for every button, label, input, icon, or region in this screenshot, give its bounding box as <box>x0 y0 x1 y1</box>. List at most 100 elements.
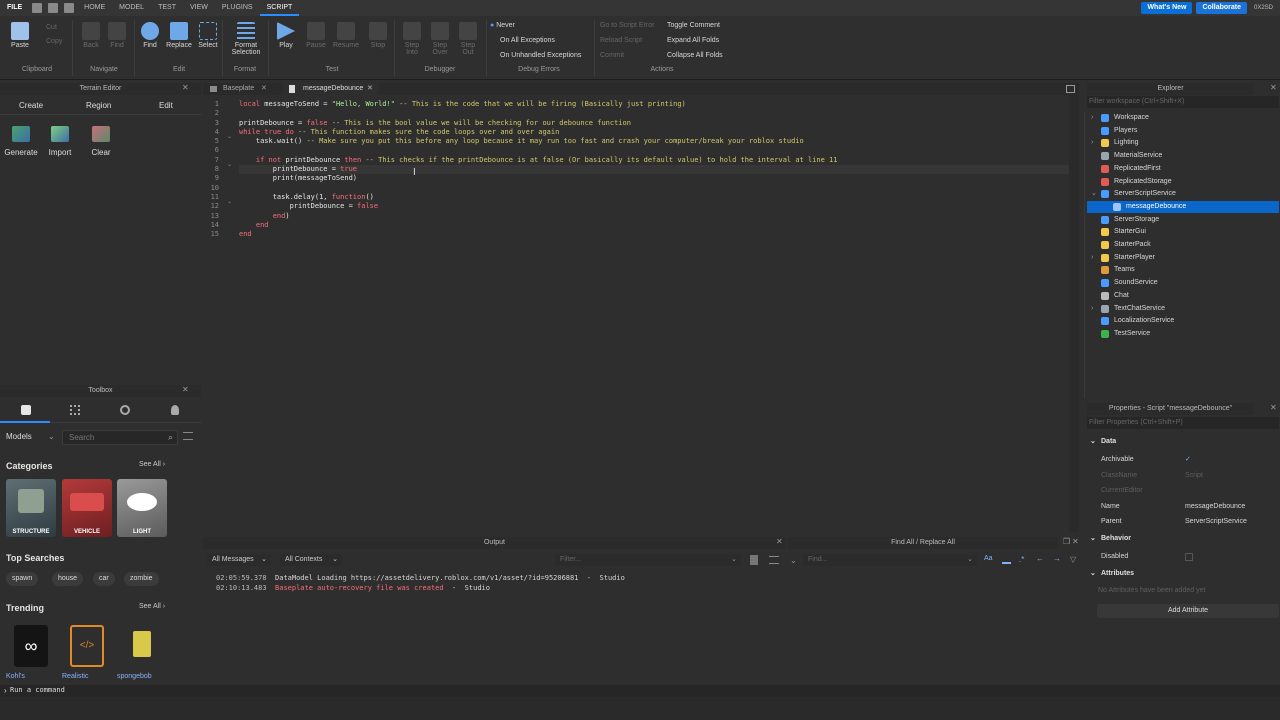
trash-icon[interactable] <box>750 555 758 565</box>
tab-home[interactable]: HOME <box>77 0 112 16</box>
explorer-item-workspace[interactable]: › Workspace <box>1087 112 1279 124</box>
close-icon[interactable]: ✕ <box>1072 537 1079 546</box>
property-archivable[interactable]: Archivable ✓ <box>1087 452 1279 467</box>
toggle-comment-button[interactable]: Toggle Comment <box>667 22 720 29</box>
top-search-chip[interactable]: zombie <box>124 572 159 586</box>
lightbulb-icon[interactable] <box>171 405 179 415</box>
data-section-header[interactable]: ⌄ Data <box>1087 434 1279 449</box>
tab-messagedebounce[interactable]: messageDebounce ✕ <box>283 83 379 95</box>
vertical-scrollbar[interactable] <box>1069 95 1079 532</box>
reload-script-button[interactable]: Reload Script <box>600 37 642 44</box>
chevron-down-icon[interactable]: ⌄ <box>1091 188 1097 200</box>
resume-button[interactable]: Resume <box>332 22 360 49</box>
restore-icon[interactable] <box>1066 85 1075 93</box>
collaborate-button[interactable]: Collaborate <box>1196 2 1247 14</box>
property-value[interactable]: messageDebounce <box>1185 499 1245 514</box>
select-button[interactable]: Select <box>196 22 220 49</box>
regex-icon[interactable]: .* <box>1019 555 1024 564</box>
explorer-item-serverstorage[interactable]: ServerStorage <box>1087 214 1279 226</box>
filter-icon[interactable] <box>183 432 193 440</box>
top-search-chip[interactable]: spawn <box>6 572 39 586</box>
step-into-button[interactable]: Step Into <box>400 22 424 56</box>
commit-button[interactable]: Commit <box>600 52 624 59</box>
terrain-tab-edit[interactable]: Edit <box>159 101 173 110</box>
close-icon[interactable]: ✕ <box>367 83 373 95</box>
restore-icon[interactable]: ❐ <box>1063 537 1070 546</box>
next-arrow-icon[interactable]: → <box>1053 554 1061 563</box>
tab-baseplate[interactable]: Baseplate ✕ <box>203 83 281 95</box>
category-structure[interactable]: STRUCTURE <box>6 479 56 537</box>
search-icon[interactable]: ⌕ <box>168 432 173 443</box>
contexts-filter-dropdown[interactable]: All Contexts ⌄ <box>280 554 342 566</box>
tab-script[interactable]: SCRIPT <box>259 0 300 16</box>
explorer-item-lighting[interactable]: › Lighting <box>1087 137 1279 149</box>
explorer-item-testservice[interactable]: TestService <box>1087 328 1279 340</box>
close-icon[interactable]: ✕ <box>182 83 189 92</box>
replace-button[interactable]: Replace <box>165 22 193 49</box>
find-button[interactable]: Find <box>139 22 161 49</box>
chevron-right-icon[interactable]: › <box>1091 137 1093 149</box>
close-icon[interactable]: ✕ <box>261 83 267 95</box>
match-case-icon[interactable]: Aa <box>984 555 993 562</box>
code-content[interactable]: local messageToSend = "Hello, World!" --… <box>239 100 837 239</box>
user-name[interactable]: 0X2SD <box>1247 0 1280 16</box>
inventory-hand-icon[interactable] <box>21 405 31 415</box>
play-button[interactable]: Play <box>274 22 298 49</box>
explorer-item-textchatservice[interactable]: › TextChatService <box>1087 303 1279 315</box>
clock-icon[interactable] <box>120 405 130 415</box>
expand-all-folds-button[interactable]: Expand All Folds <box>667 37 719 44</box>
explorer-filter-input[interactable]: Filter workspace (Ctrl+Shift+X) <box>1087 96 1279 108</box>
add-attribute-button[interactable]: Add Attribute <box>1097 604 1279 618</box>
stop-button[interactable]: Stop <box>366 22 390 49</box>
code-editor[interactable]: 1 2 3 4 5 6 7 8 9 10 11 12 13 14 15 ⌄ ⌄ … <box>203 95 1079 532</box>
menu-icon[interactable] <box>769 556 779 564</box>
categories-see-all-link[interactable]: See All › <box>139 461 165 468</box>
step-out-button[interactable]: Step Out <box>456 22 480 56</box>
back-button[interactable]: Back <box>80 22 102 49</box>
close-icon[interactable]: ✕ <box>182 385 189 394</box>
trending-see-all-link[interactable]: See All › <box>139 603 165 610</box>
expand-chevron-icon[interactable]: ⌄ <box>790 556 797 565</box>
close-icon[interactable]: ✕ <box>1270 83 1277 92</box>
close-icon[interactable]: ✕ <box>776 537 783 546</box>
category-vehicle[interactable]: VEHICLE <box>62 479 112 537</box>
grid-icon[interactable] <box>70 405 80 415</box>
attributes-section-header[interactable]: ⌄ Attributes <box>1087 566 1279 581</box>
never-radio[interactable]: ● Never <box>490 22 515 29</box>
messages-filter-dropdown[interactable]: All Messages ⌄ <box>207 554 271 566</box>
terrain-tab-region[interactable]: Region <box>86 101 111 110</box>
output-filter-input[interactable]: Filter... ⌄ <box>555 554 741 566</box>
explorer-item-messagedebounce[interactable]: messageDebounce <box>1087 200 1279 213</box>
toolbox-search-input[interactable]: Search ⌕ <box>62 430 178 445</box>
previous-arrow-icon[interactable]: ← <box>1036 554 1044 563</box>
tab-test[interactable]: TEST <box>151 0 183 16</box>
explorer-item-players[interactable]: Players <box>1087 125 1279 137</box>
top-search-chip[interactable]: car <box>93 572 115 586</box>
paste-button[interactable]: Paste <box>8 22 32 49</box>
trending-item[interactable]: spongebob <box>117 621 167 683</box>
trending-item[interactable]: </> Realistic <box>62 621 112 683</box>
tab-view[interactable]: VIEW <box>183 0 215 16</box>
property-value[interactable]: ServerScriptService <box>1185 514 1247 529</box>
close-icon[interactable]: ✕ <box>1270 403 1277 412</box>
undo-icon[interactable] <box>48 3 59 13</box>
on-unhandled-exceptions-radio[interactable]: On Unhandled Exceptions <box>500 52 581 59</box>
import-tool[interactable]: Import <box>43 126 77 157</box>
clear-tool[interactable]: Clear <box>84 126 118 157</box>
properties-filter-input[interactable]: Filter Properties (Ctrl+Shift+P) <box>1087 417 1279 429</box>
filter-icon[interactable]: ▽ <box>1070 555 1076 564</box>
pause-button[interactable]: Pause <box>304 22 328 49</box>
find-input[interactable]: Find... ⌄ <box>803 554 977 566</box>
property-name[interactable]: Name messageDebounce <box>1087 499 1279 514</box>
disabled-checkbox[interactable] <box>1185 553 1193 561</box>
top-search-chip[interactable]: house <box>52 572 84 586</box>
category-select[interactable]: Models ⌄ <box>6 430 58 444</box>
format-selection-button[interactable]: Format Selection <box>226 22 266 56</box>
explorer-item-startergui[interactable]: StarterGui <box>1087 226 1279 238</box>
checkmark-icon[interactable]: ✓ <box>1185 452 1191 467</box>
command-bar[interactable]: › Run a command <box>0 685 1280 697</box>
on-all-exceptions-radio[interactable]: On All Exceptions <box>500 37 555 44</box>
explorer-item-localizationservice[interactable]: LocalizationService <box>1087 315 1279 327</box>
generate-tool[interactable]: Generate <box>4 126 38 157</box>
explorer-item-starterplayer[interactable]: › StarterPlayer <box>1087 252 1279 264</box>
